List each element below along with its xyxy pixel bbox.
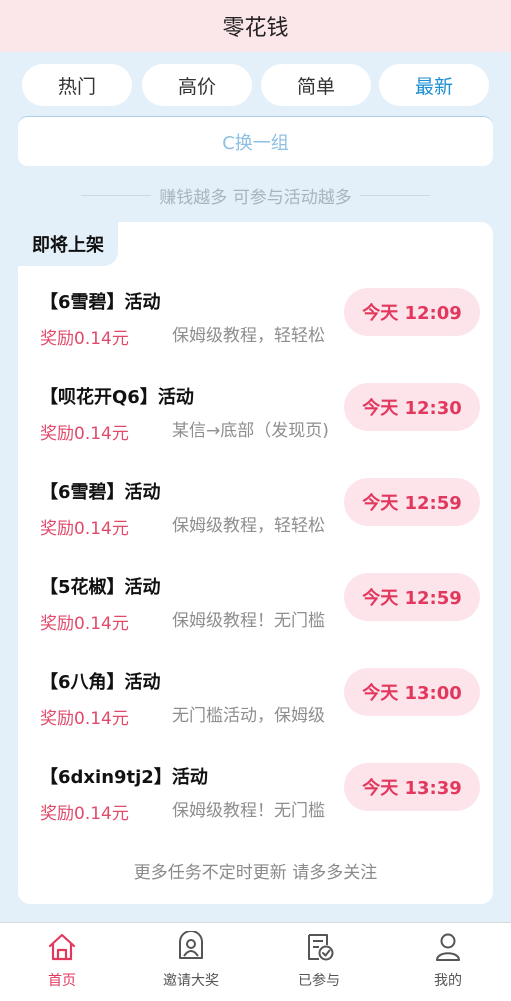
release-time-badge[interactable]: 今天 13:00 xyxy=(344,668,480,716)
divider-right xyxy=(359,194,430,196)
participated-icon xyxy=(308,934,334,961)
tab-high-price[interactable]: 高价 xyxy=(142,64,252,106)
invite-prize-icon xyxy=(179,931,203,959)
release-time-badge[interactable]: 今天 12:59 xyxy=(344,478,480,526)
task-row[interactable]: 【6dxin9tj2】活动 奖励0.14元 保姆级教程！无门槛 今天 13:39 xyxy=(18,763,493,858)
tab-simple[interactable]: 简单 xyxy=(261,64,371,106)
profile-icon xyxy=(436,933,460,961)
task-reward: 奖励0.14元 xyxy=(40,804,129,824)
nav-invite-prize[interactable]: 邀请大奖 xyxy=(141,923,241,1001)
task-name: 【5花椒】活动 xyxy=(40,577,161,598)
task-reward: 奖励0.14元 xyxy=(40,424,129,444)
release-time-badge[interactable]: 今天 12:59 xyxy=(344,573,480,621)
upcoming-tasks-card: 即将上架 【6雪碧】活动 奖励0.14元 保姆级教程，轻轻松 今天 12:09 … xyxy=(18,222,493,904)
app-header: 零花钱 xyxy=(0,0,511,52)
nav-home[interactable]: 首页 xyxy=(12,923,112,1001)
bottom-nav: 首页 邀请大奖 已参与 我的 xyxy=(0,922,511,1001)
task-name: 【6dxin9tj2】活动 xyxy=(40,767,208,788)
task-reward: 奖励0.14元 xyxy=(40,329,129,349)
nav-profile[interactable]: 我的 xyxy=(398,923,498,1001)
slogan-text: 赚钱越多 可参与活动越多 xyxy=(159,187,352,208)
task-description: 保姆级教程！无门槛 xyxy=(172,801,325,821)
task-row[interactable]: 【6雪碧】活动 奖励0.14元 保姆级教程，轻轻松 今天 12:09 xyxy=(18,288,493,383)
release-time-badge[interactable]: 今天 13:39 xyxy=(344,763,480,811)
nav-profile-label: 我的 xyxy=(434,973,462,989)
task-reward: 奖励0.14元 xyxy=(40,709,129,729)
refresh-group-button[interactable]: C换一组 xyxy=(18,116,493,166)
task-row[interactable]: 【5花椒】活动 奖励0.14元 保姆级教程！无门槛 今天 12:59 xyxy=(18,573,493,668)
slogan: 赚钱越多 可参与活动越多 xyxy=(0,182,511,208)
task-description: 某信→底部（发现页) xyxy=(172,421,329,441)
tab-newest[interactable]: 最新 xyxy=(379,64,489,106)
task-row[interactable]: 【呗花开Q6】活动 奖励0.14元 某信→底部（发现页) 今天 12:30 xyxy=(18,383,493,478)
nav-participated[interactable]: 已参与 xyxy=(269,923,369,1001)
home-icon xyxy=(48,933,76,961)
task-reward: 奖励0.14元 xyxy=(40,519,129,539)
task-row[interactable]: 【6雪碧】活动 奖励0.14元 保姆级教程，轻轻松 今天 12:59 xyxy=(18,478,493,573)
page-title: 零花钱 xyxy=(222,16,289,41)
category-tabs: 热门 高价 简单 最新 xyxy=(0,64,511,108)
task-row[interactable]: 【6八角】活动 奖励0.14元 无门槛活动，保姆级 今天 13:00 xyxy=(18,668,493,763)
task-name: 【呗花开Q6】活动 xyxy=(40,387,194,408)
task-description: 保姆级教程，轻轻松 xyxy=(172,516,325,536)
task-name: 【6雪碧】活动 xyxy=(40,482,161,503)
task-description: 无门槛活动，保姆级 xyxy=(172,706,325,726)
task-description: 保姆级教程！无门槛 xyxy=(172,611,325,631)
section-title: 即将上架 xyxy=(18,222,118,266)
release-time-badge[interactable]: 今天 12:09 xyxy=(344,288,480,336)
task-description: 保姆级教程，轻轻松 xyxy=(172,326,325,346)
nav-participated-label: 已参与 xyxy=(298,973,340,989)
tab-hot[interactable]: 热门 xyxy=(22,64,132,106)
nav-home-label: 首页 xyxy=(48,973,76,989)
task-reward: 奖励0.14元 xyxy=(40,614,129,634)
nav-invite-prize-label: 邀请大奖 xyxy=(163,973,219,989)
update-note: 更多任务不定时更新 请多多关注 xyxy=(133,863,378,883)
divider-left xyxy=(81,194,152,196)
release-time-badge[interactable]: 今天 12:30 xyxy=(344,383,480,431)
task-name: 【6八角】活动 xyxy=(40,672,161,693)
task-name: 【6雪碧】活动 xyxy=(40,292,161,313)
